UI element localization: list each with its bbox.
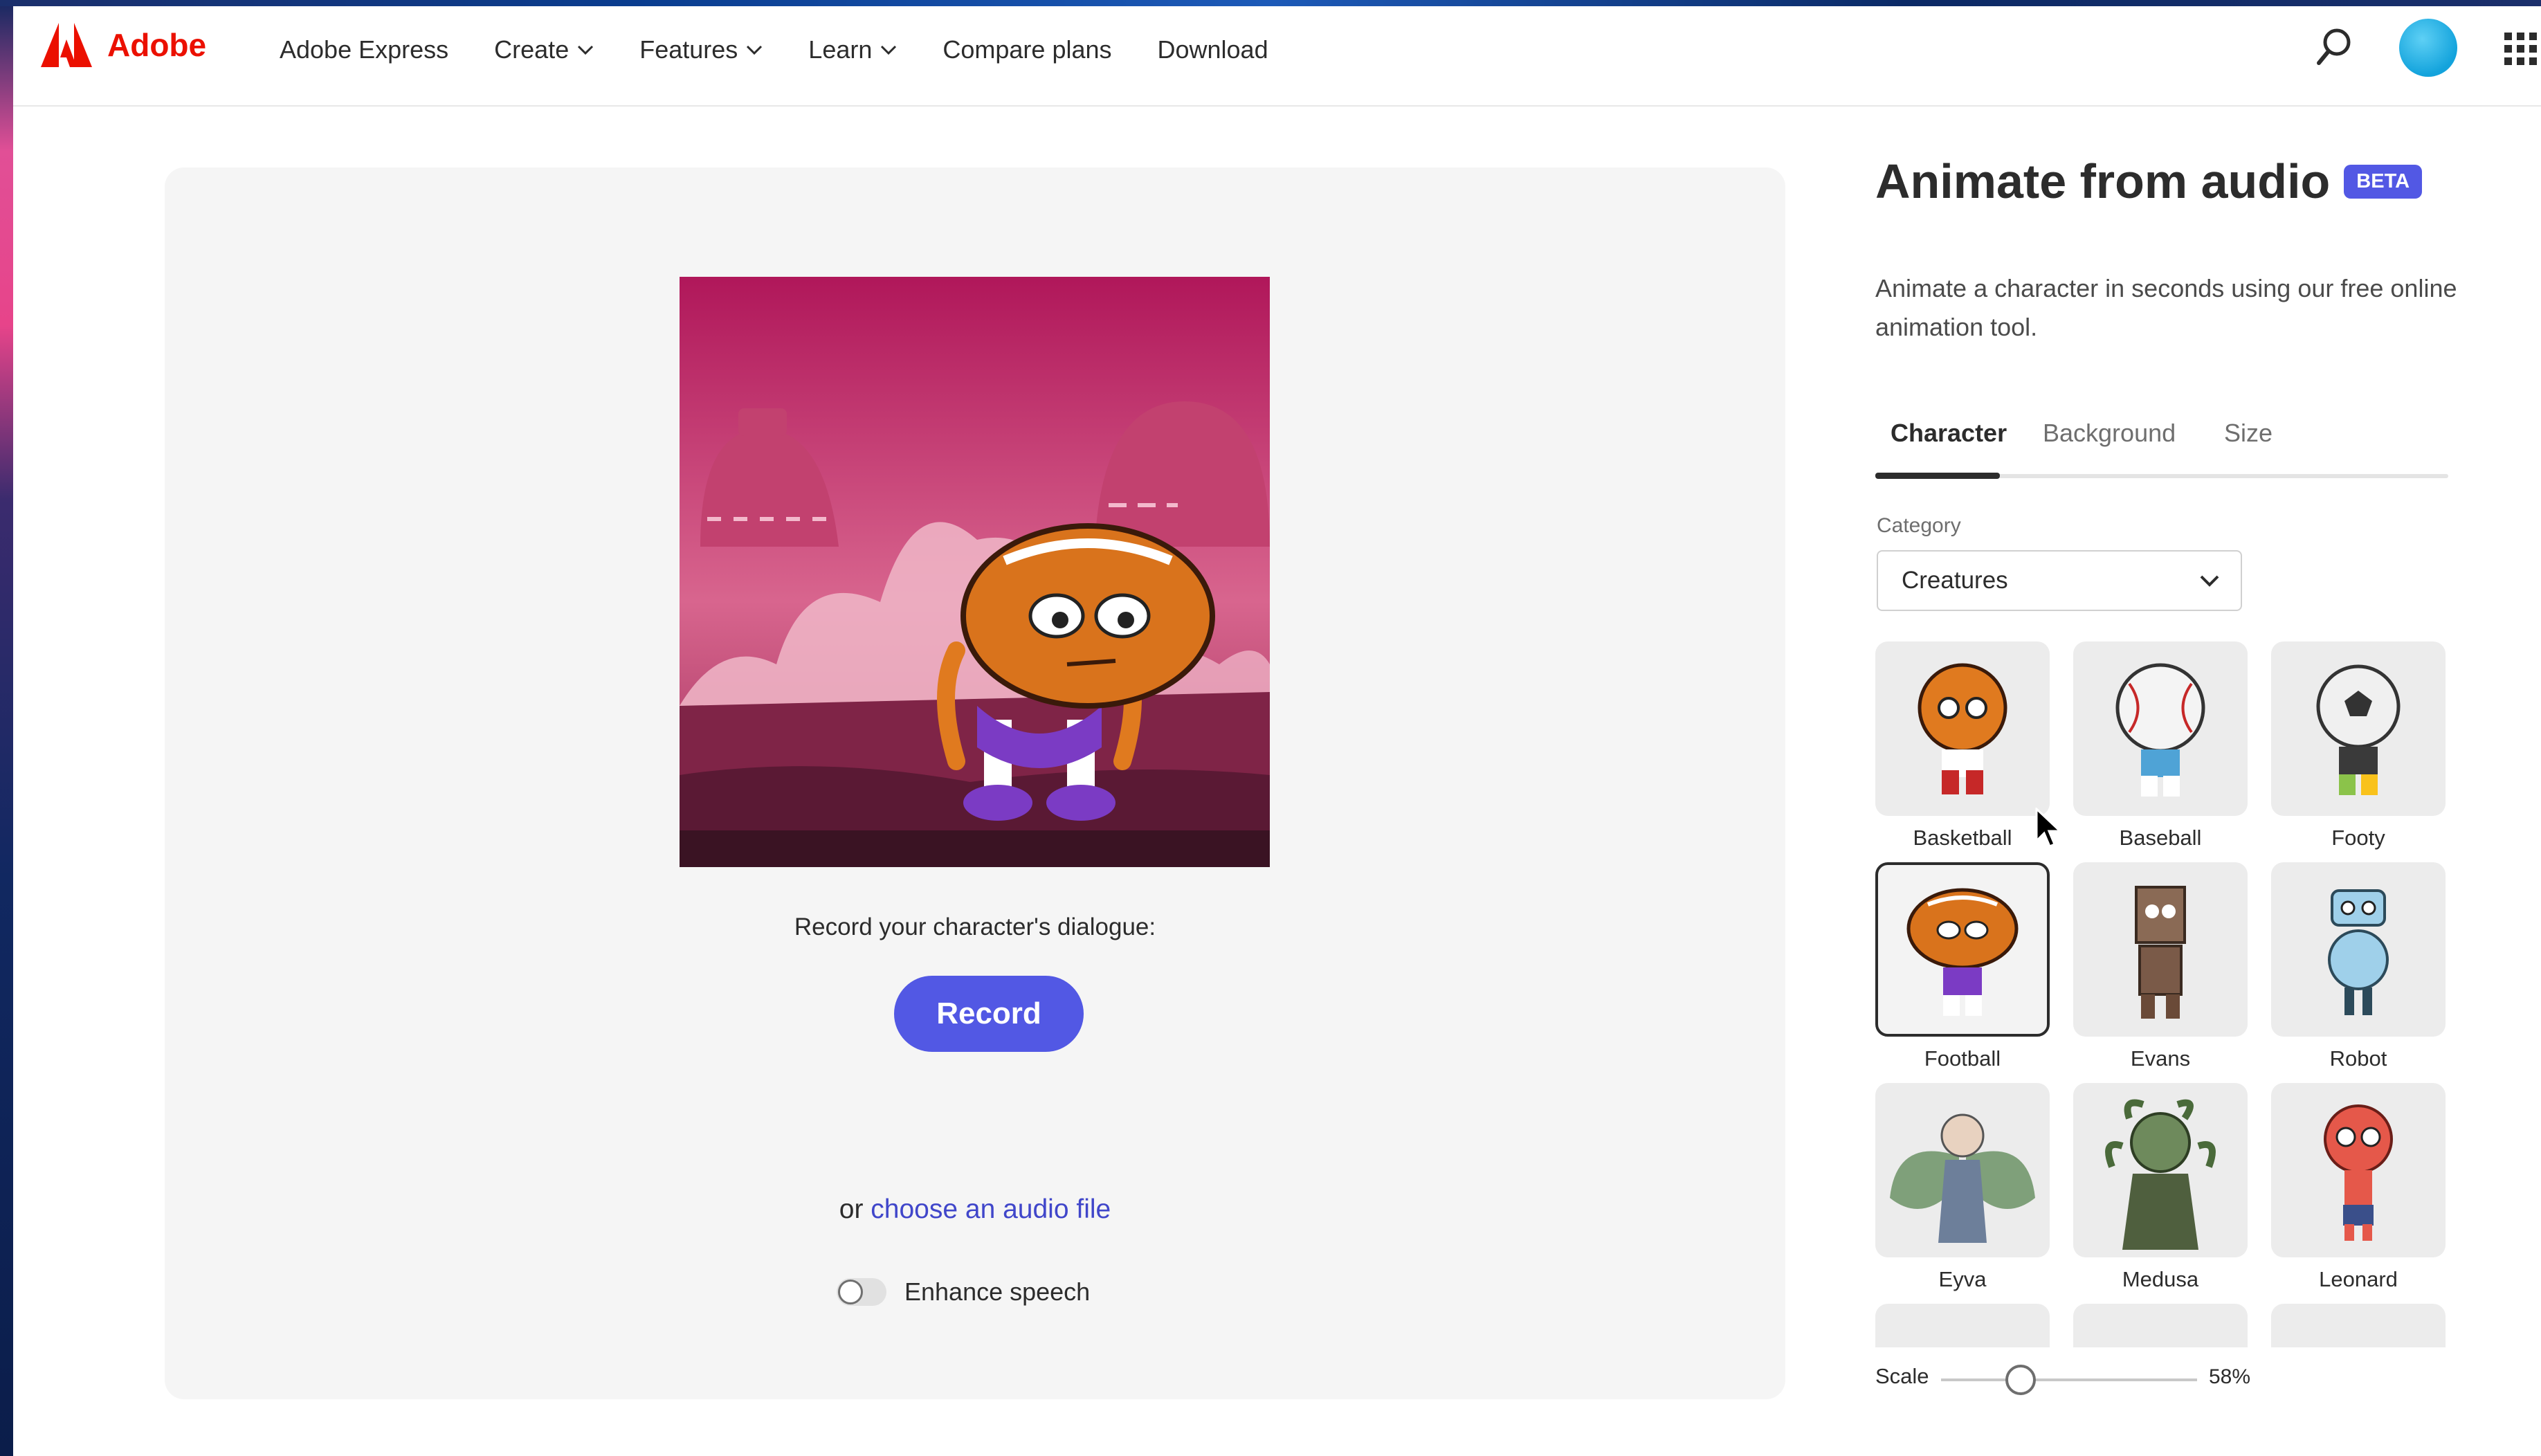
character-thumbnail [2271,1304,2446,1347]
dialogue-prompt: Record your character's dialogue: [794,913,1156,940]
beta-badge: BETA [2344,164,2423,199]
enhance-speech-row: Enhance speech [837,1277,1090,1307]
character-baseball[interactable]: Baseball [2073,641,2248,850]
character-thumbnail [2271,862,2446,1037]
character-label: Football [1924,1046,2001,1071]
character-label: Evans [2130,1046,2191,1071]
alt-prefix: or [839,1194,864,1224]
character-tile-partial[interactable] [1875,1304,2050,1347]
character-label: Basketball [1913,826,2012,850]
nav-learn[interactable]: Learn [808,35,897,64]
panel-header: Animate from audio BETA [1875,154,2423,209]
panel-description: Animate a character in seconds using our… [1875,274,2457,341]
category-value: Creatures [1902,567,2008,594]
character-tile-partial[interactable] [2073,1304,2248,1347]
character-tile-partial[interactable] [2271,1304,2446,1347]
record-button[interactable]: Record [894,976,1084,1052]
category-select[interactable]: Creatures [1877,550,2242,611]
character-evans[interactable]: Evans [2073,862,2248,1071]
character-thumbnail [2271,641,2446,816]
adobe-logo-icon [41,23,92,67]
brand-name: Adobe [107,27,207,63]
scale-slider-handle[interactable] [2005,1365,2036,1395]
nav-compare-plans[interactable]: Compare plans [942,35,1111,64]
browser-page: Adobe Adobe Express Create Features Lear… [13,6,2541,1456]
nav-create[interactable]: Create [494,35,594,64]
character-medusa[interactable]: Medusa [2073,1083,2248,1292]
toggle-knob [838,1280,863,1304]
nav-menu: Adobe Express Create Features Learn Comp… [280,6,1314,93]
tab-active-indicator [1875,473,2000,479]
character-thumbnail [2271,1083,2446,1257]
choose-audio-line: or choose an audio file [165,1194,1785,1225]
nav-label: Adobe Express [280,35,449,64]
character-eyva[interactable]: Eyva [1875,1083,2050,1292]
desktop-background-strip [0,0,2541,6]
scale-slider-track[interactable] [1941,1378,2197,1381]
scale-value: 58% [2209,1365,2251,1388]
character-grid: Basketball Baseball Footy Football Evans… [1875,641,2448,1347]
character-footy[interactable]: Footy [2271,641,2446,850]
character-leonard[interactable]: Leonard [2271,1083,2446,1292]
character-thumbnail [1875,1304,2050,1347]
nav-label: Compare plans [942,35,1112,64]
chevron-down-icon [747,45,763,55]
category-label: Category [1877,514,1961,537]
character-thumbnail-selected [1875,862,2050,1037]
scale-control: Scale 58% [1875,1361,2498,1403]
character-label: Robot [2329,1046,2387,1071]
character-preview [680,277,1270,867]
chevron-down-icon [578,45,594,55]
character-football[interactable]: Football [1875,862,2050,1071]
character-thumbnail [1875,641,2050,816]
character-label: Baseball [2119,826,2202,850]
character-thumbnail [2073,1304,2248,1347]
chevron-down-icon [2200,575,2219,587]
adobe-logo[interactable]: Adobe [41,23,206,67]
character-thumbnail [1875,1083,2050,1257]
nav-adobe-express[interactable]: Adobe Express [280,35,448,64]
character-robot[interactable]: Robot [2271,862,2446,1071]
nav-label: Learn [808,35,873,64]
tab-background[interactable]: Background [2043,419,2176,448]
settings-panel: Animate from audio BETA Animate a charac… [1875,6,2512,1456]
character-basketball[interactable]: Basketball [1875,641,2050,850]
panel-tabs: Character Background Size [1875,402,2448,479]
nav-label: Download [1157,35,1268,64]
character-thumbnail [2073,862,2248,1037]
preview-scene [680,277,1270,867]
character-label: Footy [2331,826,2385,850]
nav-features[interactable]: Features [639,35,763,64]
mouse-cursor-icon [2035,808,2063,848]
tab-character[interactable]: Character [1891,419,2007,448]
nav-download[interactable]: Download [1158,35,1268,64]
enhance-speech-toggle[interactable] [837,1278,886,1306]
tab-size[interactable]: Size [2224,419,2273,448]
character-label: Leonard [2319,1267,2398,1291]
nav-label: Features [639,35,738,64]
character-label: Eyva [1938,1267,1987,1291]
animation-stage: Record your character's dialogue: Record… [165,167,1785,1399]
nav-label: Create [494,35,570,64]
desktop-background-left [0,6,13,1456]
page-title: Animate from audio [1875,154,2331,208]
chevron-down-icon [881,45,897,55]
character-thumbnail [2073,1083,2248,1257]
character-label: Medusa [2122,1267,2199,1291]
enhance-speech-label: Enhance speech [904,1277,1091,1306]
character-thumbnail [2073,641,2248,816]
choose-audio-file-link[interactable]: choose an audio file [871,1194,1111,1224]
scale-label: Scale [1875,1364,1929,1388]
